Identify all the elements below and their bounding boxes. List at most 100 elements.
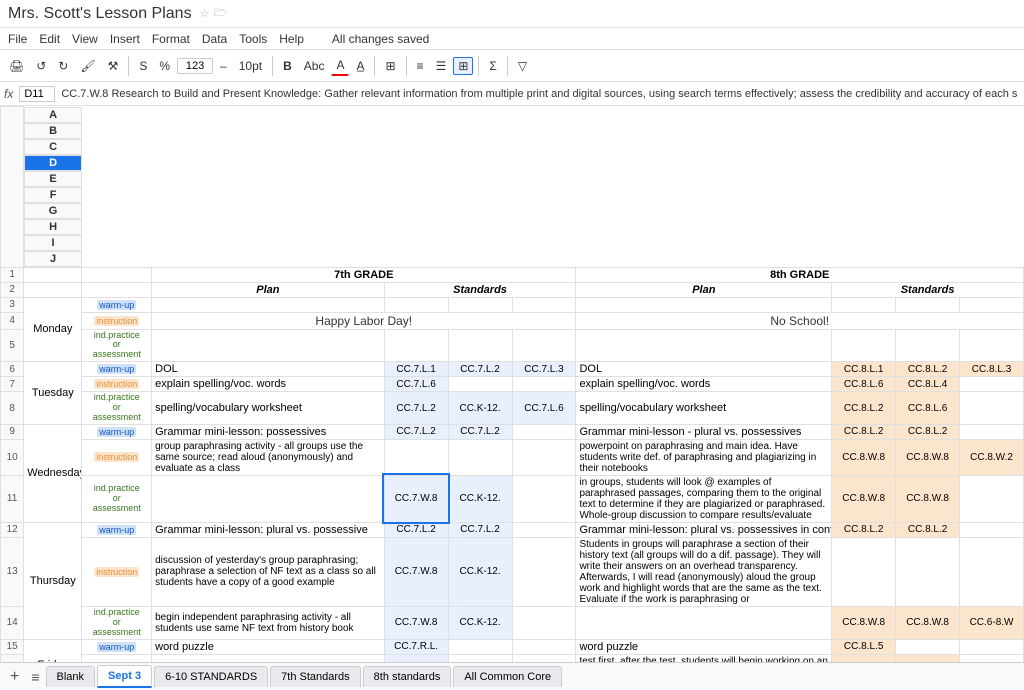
cell-H8[interactable]: CC.8.L.2 <box>832 392 896 425</box>
cell-8th-grade-header[interactable]: 8th GRADE <box>576 267 1024 282</box>
row-num-11[interactable]: 11 <box>1 475 24 522</box>
highlight-btn[interactable]: A̲ <box>351 56 369 76</box>
cell-J13[interactable] <box>960 537 1024 606</box>
col-header-D[interactable]: D <box>24 155 82 171</box>
sheet-menu-btn[interactable]: ≡ <box>25 667 45 687</box>
add-sheet-btn[interactable]: + <box>4 666 25 688</box>
cell-F6[interactable]: CC.7.L.3 <box>512 362 576 377</box>
sheet-tab-all-common-core[interactable]: All Common Core <box>453 666 562 687</box>
print-btn[interactable]: 🖨 <box>4 56 29 76</box>
cell-warmup-12[interactable]: warm-up <box>82 522 152 537</box>
row-num-5[interactable]: 5 <box>1 329 24 362</box>
cell-tuesday[interactable]: Tuesday <box>24 362 82 425</box>
star-icon[interactable]: ☆ <box>200 7 210 20</box>
filter-btn[interactable]: ▽ <box>513 56 532 76</box>
cell-I7[interactable]: CC.8.L.4 <box>896 377 960 392</box>
cell-H12[interactable]: CC.8.L.2 <box>832 522 896 537</box>
cell-H9[interactable]: CC.8.L.2 <box>832 424 896 439</box>
row-num-3[interactable]: 3 <box>1 297 24 312</box>
cell-G11[interactable]: in groups, students will look @ examples… <box>576 475 832 522</box>
cell-warmup-6[interactable]: warm-up <box>82 362 152 377</box>
cell-C15[interactable]: word puzzle <box>152 639 385 654</box>
cell-I6[interactable]: CC.8.L.2 <box>896 362 960 377</box>
cell-D7[interactable]: CC.7.L.6 <box>384 377 448 392</box>
col-header-J[interactable]: J <box>24 251 82 267</box>
row-num-7[interactable]: 7 <box>1 377 24 392</box>
cell-G16[interactable]: test first, after the test, students wil… <box>576 654 832 662</box>
cell-F9[interactable] <box>512 424 576 439</box>
cell-B1[interactable] <box>82 267 152 282</box>
merge-btn[interactable]: ⊞ <box>453 57 473 75</box>
cell-plan-7[interactable]: Plan <box>152 282 385 297</box>
cell-D14[interactable]: CC.7.W.8 <box>384 606 448 639</box>
cell-J12[interactable] <box>960 522 1024 537</box>
cell-J16[interactable] <box>960 654 1024 662</box>
cell-F3[interactable] <box>512 297 576 312</box>
cell-D10[interactable] <box>384 439 448 475</box>
cell-A1[interactable] <box>24 267 82 282</box>
row-num-9[interactable]: 9 <box>1 424 24 439</box>
sheet-tab-blank[interactable]: Blank <box>46 666 96 687</box>
cell-plan-8[interactable]: Plan <box>576 282 832 297</box>
cell-H14[interactable]: CC.8.W.8 <box>832 606 896 639</box>
cell-instruction-13[interactable]: instruction <box>82 537 152 606</box>
cell-G6[interactable]: DOL <box>576 362 832 377</box>
cell-instruction-16[interactable]: instruction <box>82 654 152 662</box>
col-header-I[interactable]: I <box>24 235 82 251</box>
cell-I3[interactable] <box>896 297 960 312</box>
cell-J6[interactable]: CC.8.L.3 <box>960 362 1024 377</box>
row-num-13[interactable]: 13 <box>1 537 24 606</box>
align-left-btn[interactable]: ≡ <box>412 56 429 76</box>
cell-indpractice-14[interactable]: ind.practiceorassessment <box>82 606 152 639</box>
cell-E7[interactable] <box>448 377 512 392</box>
cell-F8[interactable]: CC.7.L.6 <box>512 392 576 425</box>
cell-D5[interactable] <box>384 329 448 362</box>
cell-H16[interactable]: CC.8.W.8 <box>832 654 896 662</box>
cell-warmup-3[interactable]: warm-up <box>82 297 152 312</box>
cell-E9[interactable]: CC.7.L.2 <box>448 424 512 439</box>
cell-G10[interactable]: powerpoint on paraphrasing and main idea… <box>576 439 832 475</box>
cell-D13[interactable]: CC.7.W.8 <box>384 537 448 606</box>
font-color-btn[interactable]: A <box>331 55 349 76</box>
menu-edit[interactable]: Edit <box>39 32 60 46</box>
cell-H3[interactable] <box>832 297 896 312</box>
cell-D15[interactable]: CC.7.R.L. <box>384 639 448 654</box>
cell-D3[interactable] <box>384 297 448 312</box>
cell-C7[interactable]: explain spelling/voc. words <box>152 377 385 392</box>
cell-standards-8[interactable]: Standards <box>832 282 1024 297</box>
row-num-15[interactable]: 15 <box>1 639 24 654</box>
cell-monday[interactable]: Monday <box>24 297 82 362</box>
cell-E5[interactable] <box>448 329 512 362</box>
cell-I14[interactable]: CC.8.W.8 <box>896 606 960 639</box>
menu-format[interactable]: Format <box>152 32 190 46</box>
cell-C6[interactable]: DOL <box>152 362 385 377</box>
cell-J5[interactable] <box>960 329 1024 362</box>
cell-F13[interactable] <box>512 537 576 606</box>
cell-J15[interactable] <box>960 639 1024 654</box>
row-num-16[interactable]: 16 <box>1 654 24 662</box>
cell-standards-7[interactable]: Standards <box>384 282 576 297</box>
cell-H6[interactable]: CC.8.L.1 <box>832 362 896 377</box>
redo-btn[interactable]: ↻ <box>53 56 73 76</box>
cell-instruction-4[interactable]: instruction <box>82 312 152 329</box>
cell-F10[interactable] <box>512 439 576 475</box>
abc-btn[interactable]: Abc <box>299 56 330 76</box>
cell-E14[interactable]: CC.K-12. <box>448 606 512 639</box>
sheet-tab-sept3[interactable]: Sept 3 <box>97 665 152 688</box>
percent-btn[interactable]: % <box>154 56 175 76</box>
cell-E15[interactable] <box>448 639 512 654</box>
menu-insert[interactable]: Insert <box>110 32 140 46</box>
cell-reference[interactable] <box>19 86 55 102</box>
cell-I12[interactable]: CC.8.L.2 <box>896 522 960 537</box>
row-num-12[interactable]: 12 <box>1 522 24 537</box>
cell-H10[interactable]: CC.8.W.8 <box>832 439 896 475</box>
cell-warmup-15[interactable]: warm-up <box>82 639 152 654</box>
cell-C9[interactable]: Grammar mini-lesson: possessives <box>152 424 385 439</box>
col-header-B[interactable]: B <box>24 123 82 139</box>
cell-C8[interactable]: spelling/vocabulary worksheet <box>152 392 385 425</box>
copy-format-btn[interactable]: ⚒ <box>103 56 124 76</box>
cell-C3[interactable] <box>152 297 385 312</box>
cell-C16[interactable]: spelling test review <box>152 654 385 662</box>
cell-monday-8-plan[interactable]: No School! <box>576 312 1024 329</box>
sheet-tab-6-10-standards[interactable]: 6-10 STANDARDS <box>154 666 268 687</box>
